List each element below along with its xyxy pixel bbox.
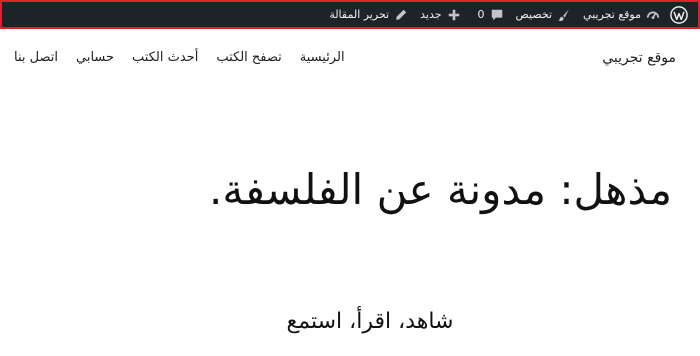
nav-item-my-account[interactable]: حسابي [76, 50, 114, 65]
nav-item-contact[interactable]: اتصل بنا [14, 50, 58, 65]
new-label: جديد [420, 8, 442, 21]
wordpress-icon [670, 5, 688, 24]
tagline: شاهد، اقرأ، استمع [0, 306, 700, 338]
site-name-label: موقع تجريبي [583, 8, 641, 21]
nav-item-latest-books[interactable]: أحدث الكتب [132, 50, 198, 65]
admin-bar-edit-post[interactable]: تحرير المقالة [323, 2, 414, 27]
comments-count: 0 [477, 8, 485, 21]
admin-bar-comments[interactable]: 0 [467, 2, 510, 27]
site-title[interactable]: موقع تجريبي [602, 50, 676, 66]
pencil-icon [396, 9, 407, 20]
nav-item-home[interactable]: الرئيسية [300, 50, 345, 65]
dashboard-gauge-icon [646, 11, 660, 19]
comment-bubble-icon [491, 9, 502, 20]
customize-label: تخصيص [515, 8, 553, 21]
page-headline: مذهل: مدونة عن الفلسفة. [209, 165, 672, 214]
admin-bar-customize[interactable]: تخصيص [510, 2, 578, 27]
primary-navigation: الرئيسية تصفح الكتب أحدث الكتب حسابي اتص… [14, 50, 345, 65]
nav-item-browse-books[interactable]: تصفح الكتب [216, 50, 281, 65]
wordpress-logo-button[interactable] [666, 2, 692, 27]
paintbrush-icon [558, 8, 569, 21]
admin-bar: موقع تجريبي تخصيص 0 جديد تحرير المقالة [0, 0, 700, 29]
tagline-text: شاهد، اقرأ، استمع [286, 309, 454, 334]
admin-bar-new[interactable]: جديد [414, 2, 466, 27]
admin-bar-site-name[interactable]: موقع تجريبي [577, 2, 666, 27]
admin-bar-items: موقع تجريبي تخصيص 0 جديد تحرير المقالة [323, 2, 692, 27]
plus-icon [448, 9, 459, 20]
edit-post-label: تحرير المقالة [329, 8, 390, 21]
